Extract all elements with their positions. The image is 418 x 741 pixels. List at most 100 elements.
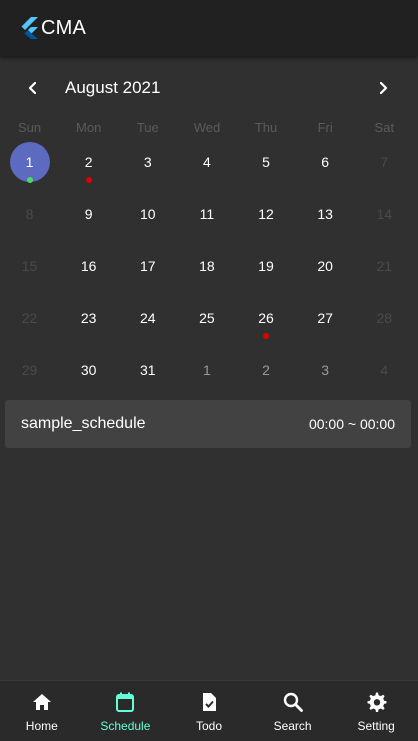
calendar-day-number: 11	[199, 206, 215, 222]
weekday-header-row: Sun Mon Tue Wed Thu Fri Sat	[0, 120, 418, 136]
calendar-day[interactable]: 2	[59, 136, 118, 188]
event-card[interactable]: sample_schedule 00:00 ~ 00:00	[5, 400, 411, 448]
weekday-label: Wed	[193, 120, 221, 135]
calendar-day-number: 16	[80, 258, 97, 274]
calendar-day[interactable]: 4	[177, 136, 236, 188]
calendar-day[interactable]: 1	[177, 344, 236, 396]
calendar-day-number: 21	[376, 258, 393, 274]
calendar-day[interactable]: 22	[0, 292, 59, 344]
calendar-day[interactable]: 12	[237, 188, 296, 240]
calendar-day[interactable]: 15	[0, 240, 59, 292]
calendar-day-number: 8	[25, 206, 34, 222]
gear-icon	[365, 691, 387, 713]
event-marker-dot	[85, 177, 92, 183]
month-title: August 2021	[65, 78, 161, 97]
weekday-label: Tue	[136, 120, 159, 135]
nav-item-todo[interactable]: Todo	[167, 681, 251, 741]
calendar-day[interactable]: 8	[0, 188, 59, 240]
calendar-day-number: 3	[321, 362, 330, 378]
calendar-day[interactable]: 10	[118, 188, 177, 240]
calendar-day-number: 5	[262, 154, 270, 170]
calendar-day[interactable]: 27	[296, 292, 355, 344]
calendar-day[interactable]: 25	[177, 292, 236, 344]
weekday-label: Sun	[17, 120, 42, 135]
nav-item-setting[interactable]: Setting	[334, 681, 418, 741]
calendar-day-number: 4	[203, 154, 211, 170]
calendar-day-number: 17	[140, 258, 156, 274]
calendar-day[interactable]: 28	[355, 292, 414, 344]
calendar-day[interactable]: 29	[0, 344, 59, 396]
nav-item-label: Schedule	[100, 719, 151, 733]
calendar-day-number: 20	[317, 258, 333, 274]
calendar-day[interactable]: 7	[355, 136, 414, 188]
calendar-week-row: 1 2 3 4 5 6 7	[0, 136, 418, 188]
calendar-day-number: 27	[317, 310, 333, 326]
calendar-day[interactable]: 11	[177, 188, 236, 240]
calendar-day[interactable]: 3	[296, 344, 355, 396]
calendar-day[interactable]: 6	[296, 136, 355, 188]
bottom-navigation: Home Schedule Todo Search Setting	[0, 680, 418, 741]
calendar-day[interactable]: 17	[118, 240, 177, 292]
calendar-icon	[114, 691, 136, 713]
home-icon	[31, 691, 53, 713]
calendar-day[interactable]: 3	[118, 136, 177, 188]
calendar-day-number: 9	[84, 206, 93, 222]
calendar-day-number: 26	[258, 310, 274, 326]
calendar-day[interactable]: 2	[237, 344, 296, 396]
calendar-day-selected[interactable]: 1	[0, 136, 59, 188]
calendar-day[interactable]: 24	[118, 292, 177, 344]
calendar-day[interactable]: 5	[237, 136, 296, 188]
calendar-day-number: 19	[258, 258, 274, 274]
calendar-day-number: 7	[380, 154, 389, 170]
search-icon	[282, 691, 304, 713]
calendar-week-row: 8 9 10 11 12 13 14	[0, 188, 418, 240]
calendar-day-number: 29	[21, 362, 38, 378]
calendar-day-number: 15	[21, 258, 38, 274]
calendar-day-number: 31	[140, 362, 156, 378]
weekday-label: Fri	[317, 120, 333, 135]
calendar-day-number: 4	[380, 362, 389, 378]
event-title: sample_schedule	[21, 415, 146, 432]
calendar-day[interactable]: 9	[59, 188, 118, 240]
previous-month-button[interactable]	[22, 77, 44, 99]
weekday-label: Mon	[76, 120, 102, 135]
calendar-day-number: 24	[140, 310, 156, 326]
calendar-week-row: 15 16 17 18 19 20 21	[0, 240, 418, 292]
calendar-day-number: 22	[21, 310, 38, 326]
app-bar: CMA	[0, 0, 418, 56]
calendar-day-number: 1	[25, 154, 34, 170]
calendar-day-number: 13	[317, 206, 333, 222]
calendar-day[interactable]: 13	[296, 188, 355, 240]
calendar-day-number: 1	[203, 362, 211, 378]
weekday-label: Sat	[374, 120, 395, 135]
calendar-day[interactable]: 21	[355, 240, 414, 292]
calendar-day[interactable]: 31	[118, 344, 177, 396]
calendar-day-number: 6	[321, 154, 330, 170]
event-marker-dot	[263, 333, 270, 339]
app-title: CMA	[41, 16, 87, 39]
calendar-day-number: 14	[376, 206, 393, 222]
calendar-day[interactable]: 20	[296, 240, 355, 292]
nav-item-schedule[interactable]: Schedule	[84, 681, 168, 741]
calendar-day[interactable]: 23	[59, 292, 118, 344]
flutter-logo-icon	[21, 17, 38, 39]
calendar-day[interactable]: 14	[355, 188, 414, 240]
nav-item-label: Home	[25, 719, 58, 733]
calendar-day[interactable]: 4	[355, 344, 414, 396]
calendar-day-number: 12	[258, 206, 274, 222]
calendar-day[interactable]: 19	[237, 240, 296, 292]
nav-item-label: Setting	[357, 719, 395, 733]
next-month-button[interactable]	[372, 77, 394, 99]
calendar-day-number: 25	[199, 310, 215, 326]
calendar-day[interactable]: 30	[59, 344, 118, 396]
nav-item-search[interactable]: Search	[251, 681, 335, 741]
calendar-day[interactable]: 26	[237, 292, 296, 344]
chevron-left-icon	[28, 81, 37, 95]
calendar-day[interactable]: 18	[177, 240, 236, 292]
nav-item-home[interactable]: Home	[0, 681, 84, 741]
nav-item-label: Search	[273, 719, 312, 733]
calendar-grid: 1 2 3 4 5 6 7 8 9 10 11 12 13 14 15 16 17 18 19 20 21 22 23 24 2…	[0, 136, 418, 396]
calendar-day-number: 28	[376, 310, 393, 326]
calendar-day[interactable]: 16	[59, 240, 118, 292]
todo-icon	[198, 691, 220, 713]
